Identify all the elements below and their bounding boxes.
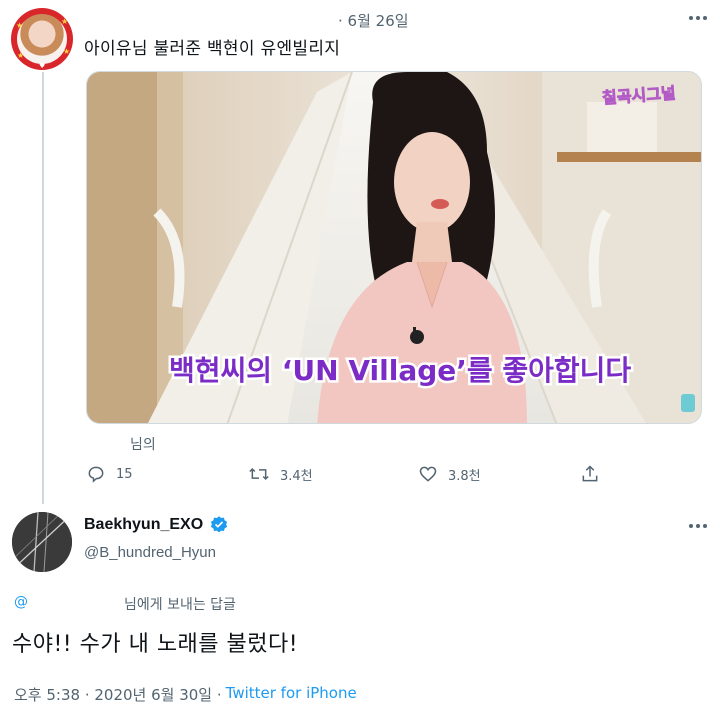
like-count: 3.8천: [448, 468, 481, 484]
thread-connector-line: [42, 72, 44, 504]
tweet-meta: 오후 5:38 · 2020년 6월 30일 · Twitter for iPh…: [14, 684, 357, 705]
tweet-video[interactable]: 칠곡시그널 백현씨의 ‘UN Village’를 좋아합니다: [86, 71, 702, 424]
author-name-row[interactable]: Baekhyun_EXO: [84, 515, 229, 535]
svg-text:★: ★: [16, 21, 23, 30]
svg-text:★: ★: [63, 47, 70, 56]
retweet-count: 3.4천: [280, 468, 313, 484]
reply-button[interactable]: 15: [86, 464, 133, 484]
tweet-mention[interactable]: 님의: [130, 434, 156, 454]
avatar[interactable]: [12, 512, 72, 572]
retweet-button[interactable]: 3.4천: [248, 464, 313, 484]
reply-count: 15: [116, 466, 133, 482]
avatar-frame-stars: ★ ★ ★ ★ ♥: [16, 17, 70, 70]
more-icon[interactable]: [686, 514, 710, 538]
tweet-source-link[interactable]: Twitter for iPhone: [226, 684, 357, 705]
svg-text:★: ★: [17, 51, 24, 60]
tweet-timestamp[interactable]: 오후 5:38 · 2020년 6월 30일 ·: [14, 684, 222, 705]
like-button[interactable]: 3.8천: [418, 464, 481, 484]
svg-text:♥: ♥: [39, 62, 45, 70]
tweet-timestamp[interactable]: · 6월 26일: [338, 10, 409, 31]
reply-icon: [88, 466, 104, 483]
reply-label: 님에게 보내는 답글: [124, 597, 236, 613]
like-icon: [419, 466, 437, 482]
more-icon[interactable]: [686, 6, 710, 30]
video-subtitle: 백현씨의 ‘UN Village’를 좋아합니다: [169, 354, 631, 387]
avatar[interactable]: ★ ★ ★ ★ ♥: [11, 8, 73, 70]
author-name[interactable]: Baekhyun_EXO: [84, 516, 203, 534]
svg-text:★: ★: [61, 17, 68, 26]
retweet-icon: [249, 467, 269, 481]
share-icon: [582, 465, 598, 482]
avatar-image: [12, 512, 72, 572]
share-button[interactable]: [580, 464, 600, 484]
tweet-text: 아이유님 불러준 백현이 유엔빌리지: [84, 39, 341, 59]
tweet-action-bar: 15 3.4천 3.8천: [86, 464, 606, 488]
reply-mention-link[interactable]: @: [14, 594, 28, 610]
verified-badge-icon: [211, 516, 228, 533]
video-frame: 칠곡시그널 백현씨의 ‘UN Village’를 좋아합니다: [87, 72, 701, 423]
author-handle[interactable]: @B_hundred_Hyun: [84, 544, 216, 561]
tweet-text: 수야!! 수가 내 노래를 불렀다!: [12, 632, 299, 657]
